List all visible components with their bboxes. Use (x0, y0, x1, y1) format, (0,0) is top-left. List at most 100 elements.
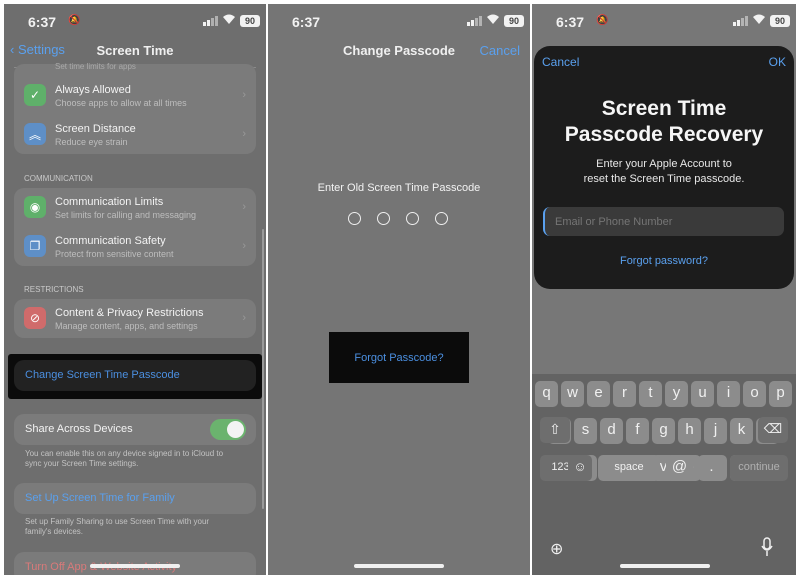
cellular-signal-icon (467, 16, 482, 26)
communication-safety-row[interactable]: ❐ Communication Safety Protect from sens… (14, 227, 256, 266)
key-u[interactable]: u (691, 381, 714, 407)
home-indicator (620, 564, 710, 568)
passcode-dots (348, 212, 448, 225)
row-title: Always Allowed (55, 84, 131, 96)
communication-limits-row[interactable]: ◉ Communication Limits Set limits for ca… (14, 188, 256, 227)
cut-off-subtitle: Set time limits for apps (55, 62, 136, 71)
family-setup-button[interactable]: Set Up Screen Time for Family (14, 483, 256, 514)
chevron-right-icon: › (242, 201, 246, 213)
share-note: You can enable this on any device signed… (25, 449, 223, 469)
home-indicator (90, 564, 180, 568)
chevron-right-icon: › (242, 128, 246, 140)
status-time: 6:37 (292, 14, 321, 30)
no-entry-icon: ⊘ (24, 307, 46, 329)
chevron-right-icon: › (242, 240, 246, 252)
cellular-signal-icon (733, 16, 748, 26)
key-j[interactable]: j (704, 418, 727, 444)
microphone-icon[interactable] (760, 537, 774, 557)
modal-title: Screen Time Passcode Recovery (534, 96, 794, 148)
person-circle-icon: ◉ (24, 196, 46, 218)
key-p[interactable]: p (769, 381, 792, 407)
continue-key[interactable]: continue (730, 455, 788, 481)
key-f[interactable]: f (626, 418, 649, 444)
ok-button[interactable]: OK (769, 55, 786, 69)
settings-screen-time-panel: 6:37 🔕 90 ‹ Settings Screen Time Set tim… (4, 4, 266, 575)
key-t[interactable]: t (639, 381, 662, 407)
status-bar: 6:37 🔕 90 (4, 4, 266, 38)
passcode-recovery-panel: 6:37 🔕 90 Cancel OK Screen Time Passcode… (532, 4, 796, 575)
change-passcode-panel: 6:37 90 Change Passcode Cancel Enter Old… (268, 4, 530, 575)
page-title: Screen Time (96, 43, 174, 58)
share-label: Share Across Devices (25, 423, 133, 435)
key-h[interactable]: h (678, 418, 701, 444)
family-label: Set Up Screen Time for Family (25, 492, 175, 504)
email-field[interactable] (543, 207, 784, 236)
row-subtitle: Set limits for calling and messaging (55, 210, 197, 220)
row-subtitle: Choose apps to allow at all times (55, 98, 187, 108)
section-header-communication: COMMUNICATION (24, 174, 93, 183)
share-note-line1: You can enable this on any device signed… (25, 449, 224, 458)
modal-title-line2: Passcode Recovery (564, 123, 764, 146)
row-subtitle: Protect from sensitive content (55, 249, 174, 259)
delete-icon[interactable]: ⌫ (758, 417, 788, 443)
key-i[interactable]: i (717, 381, 740, 407)
row-subtitle: Reduce eye strain (55, 137, 128, 147)
key-q[interactable]: q (535, 381, 558, 407)
status-time: 6:37 (556, 14, 585, 30)
always-allowed-row[interactable]: ✓ Always Allowed Choose apps to allow at… (14, 76, 256, 115)
family-note-line2: family's devices. (25, 527, 83, 536)
settings-group-restrictions: ⊘ Content & Privacy Restrictions Manage … (14, 299, 256, 338)
status-bar: 6:37 🔕 90 (532, 4, 796, 38)
key-y[interactable]: y (665, 381, 688, 407)
forgot-passcode-label: Forgot Passcode? (354, 352, 444, 364)
chevrons-up-icon: ︽ (24, 123, 46, 145)
passcode-dot (406, 212, 419, 225)
wifi-icon (753, 14, 765, 24)
passcode-dot (435, 212, 448, 225)
cancel-button[interactable]: Cancel (480, 43, 520, 58)
family-note-line1: Set up Family Sharing to use Screen Time… (25, 517, 210, 526)
wifi-icon (487, 14, 499, 24)
at-key[interactable]: @ (666, 455, 693, 481)
checkmark-icon: ✓ (24, 84, 46, 106)
row-title: Screen Distance (55, 123, 136, 135)
mute-bell-icon: 🔕 (68, 15, 81, 26)
share-toggle[interactable] (210, 419, 246, 440)
status-bar: 6:37 90 (268, 4, 530, 38)
key-w[interactable]: w (561, 381, 584, 407)
forgot-password-link[interactable]: Forgot password? (534, 255, 794, 267)
scrollbar[interactable] (262, 229, 264, 509)
key-e[interactable]: e (587, 381, 610, 407)
family-note: Set up Family Sharing to use Screen Time… (25, 517, 209, 537)
key-d[interactable]: d (600, 418, 623, 444)
modal-description: Enter your Apple Account to reset the Sc… (534, 157, 794, 187)
settings-group-limits: Set time limits for apps ✓ Always Allowe… (14, 62, 256, 154)
key-r[interactable]: r (613, 381, 636, 407)
message-bubbles-icon: ❐ (24, 235, 46, 257)
wifi-icon (223, 14, 235, 24)
recovery-modal: Cancel OK Screen Time Passcode Recovery … (534, 46, 794, 289)
key-k[interactable]: k (730, 418, 753, 444)
emoji-key[interactable]: ☺ (568, 455, 592, 481)
row-title: Content & Privacy Restrictions (55, 307, 204, 319)
status-time: 6:37 (28, 14, 57, 30)
change-passcode-button[interactable]: Change Screen Time Passcode (14, 360, 256, 391)
key-g[interactable]: g (652, 418, 675, 444)
forgot-passcode-button[interactable]: Forgot Passcode? (329, 332, 469, 383)
content-privacy-row[interactable]: ⊘ Content & Privacy Restrictions Manage … (14, 299, 256, 338)
share-across-devices-row: Share Across Devices (14, 414, 256, 445)
key-s[interactable]: s (574, 418, 597, 444)
battery-icon: 90 (504, 15, 524, 27)
screen-distance-row[interactable]: ︽ Screen Distance Reduce eye strain › (14, 115, 256, 154)
share-note-line2: sync your Screen Time settings. (25, 459, 139, 468)
battery-icon: 90 (240, 15, 260, 27)
cancel-button[interactable]: Cancel (542, 55, 579, 69)
space-key[interactable]: space (598, 455, 660, 481)
shift-icon[interactable]: ⇧ (540, 417, 570, 443)
passcode-prompt: Enter Old Screen Time Passcode (317, 182, 481, 194)
globe-icon[interactable]: ⊕ (550, 539, 563, 559)
settings-group-communication: ◉ Communication Limits Set limits for ca… (14, 188, 256, 266)
passcode-dot (377, 212, 390, 225)
dot-key[interactable]: . (698, 455, 725, 481)
key-o[interactable]: o (743, 381, 766, 407)
